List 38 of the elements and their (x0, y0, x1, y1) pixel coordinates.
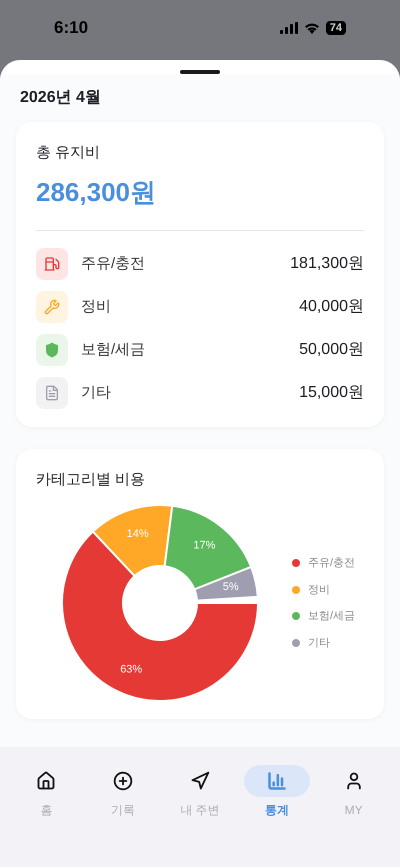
card-title: 총 유지비 (36, 143, 102, 163)
sheet-handle[interactable] (180, 70, 220, 74)
wrench-icon (44, 299, 60, 315)
category-label: 보험/세금 (81, 340, 146, 360)
nav-tab[interactable]: 기록 (90, 765, 156, 867)
category-amount: 181,300원 (290, 254, 364, 274)
fuel-pump-icon (44, 256, 60, 272)
home-icon (36, 771, 56, 791)
category-label: 정비 (81, 296, 111, 317)
category-amount: 50,000원 (299, 340, 364, 360)
bar-chart-icon (266, 771, 287, 791)
legend-label: 기타 (308, 636, 330, 650)
nav-tab[interactable]: 내 주변 (166, 765, 233, 867)
nav-tab[interactable]: MY (320, 765, 387, 867)
status-time: 6:10 (54, 17, 88, 40)
slice-label: 14% (126, 528, 149, 540)
document-icon (44, 385, 60, 401)
nav-tab[interactable]: 통계 (244, 765, 310, 867)
slice-label: 63% (120, 663, 142, 676)
month-title: 2026년 4월 (20, 89, 101, 106)
navigation-arrow-icon (190, 771, 210, 791)
shield-icon (44, 342, 60, 358)
slice-label: 5% (222, 581, 239, 594)
category-amount: 40,000원 (299, 297, 364, 317)
plus-circle-icon (113, 771, 134, 791)
slice-label: 17% (193, 540, 216, 552)
total-amount: 286,300원 (36, 176, 157, 208)
legend-label: 주유/충전 (308, 556, 356, 571)
wifi-icon (304, 22, 320, 34)
signal-icon (280, 22, 298, 34)
battery-indicator: 74 (326, 21, 346, 35)
category-amount: 15,000원 (299, 383, 364, 403)
chart-title: 카테고리별 비용 (36, 470, 146, 490)
nav-tab[interactable]: 홈 (13, 765, 80, 867)
category-label: 주유/충전 (81, 254, 146, 274)
legend-label: 보험/세금 (308, 609, 356, 624)
legend-label: 정비 (308, 582, 330, 598)
category-label: 기타 (81, 382, 111, 403)
